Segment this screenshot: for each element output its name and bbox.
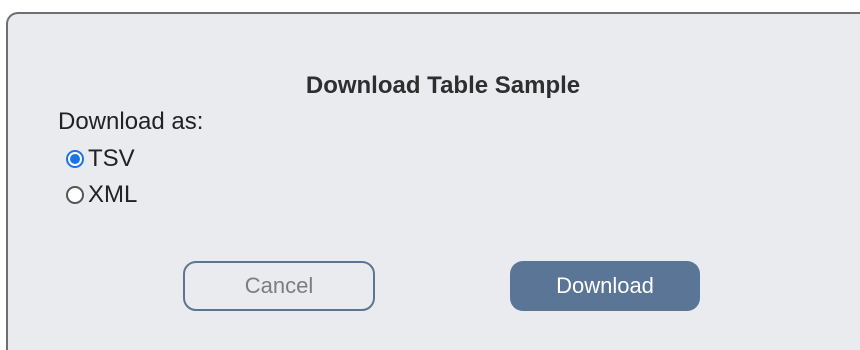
- radio-option-tsv[interactable]: TSV: [66, 145, 135, 173]
- dialog-title: Download Table Sample: [305, 72, 581, 99]
- cancel-button[interactable]: Cancel: [183, 261, 375, 311]
- download-dialog: Download Table Sample Download as: TSV X…: [6, 12, 860, 350]
- download-format-label: Download as:: [58, 108, 204, 135]
- radio-button-xml[interactable]: [66, 186, 84, 204]
- radio-button-tsv[interactable]: [66, 150, 84, 168]
- download-button[interactable]: Download: [510, 261, 700, 311]
- radio-label-xml: XML: [88, 181, 138, 208]
- radio-option-xml[interactable]: XML: [66, 181, 137, 209]
- radio-label-tsv: TSV: [88, 145, 135, 172]
